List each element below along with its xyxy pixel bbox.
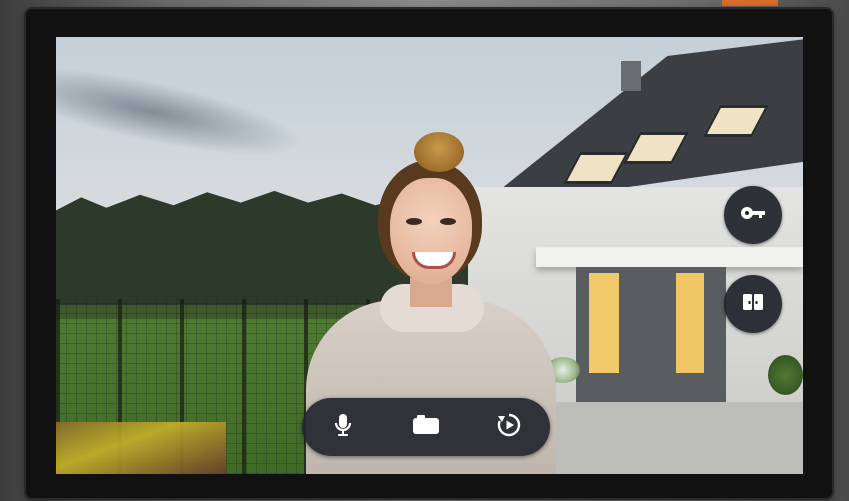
- microphone-icon: [332, 412, 354, 443]
- scene-flowers: [56, 422, 226, 474]
- wall-accent: [722, 0, 778, 6]
- visitor-eye: [406, 218, 422, 225]
- gate-button[interactable]: [724, 275, 782, 333]
- talk-button[interactable]: [319, 403, 367, 451]
- unlock-button[interactable]: [724, 186, 782, 244]
- visitor-face: [390, 178, 472, 284]
- house-chimney: [621, 61, 641, 91]
- visitor-eye: [440, 218, 456, 225]
- scene-path: [536, 397, 803, 474]
- visitor-hair-bun: [414, 132, 464, 172]
- call-controls: [302, 398, 550, 456]
- scene-shrub: [768, 355, 803, 395]
- house-window-lit: [676, 273, 704, 373]
- visitor-smile: [412, 252, 456, 269]
- replay-button[interactable]: [485, 403, 533, 451]
- camera-icon: [411, 414, 441, 441]
- house-door: [589, 273, 619, 373]
- record-button[interactable]: [402, 403, 450, 451]
- house-overhang: [536, 247, 803, 267]
- key-icon: [739, 203, 767, 228]
- double-door-icon: [741, 292, 765, 317]
- playback-icon: [496, 412, 522, 443]
